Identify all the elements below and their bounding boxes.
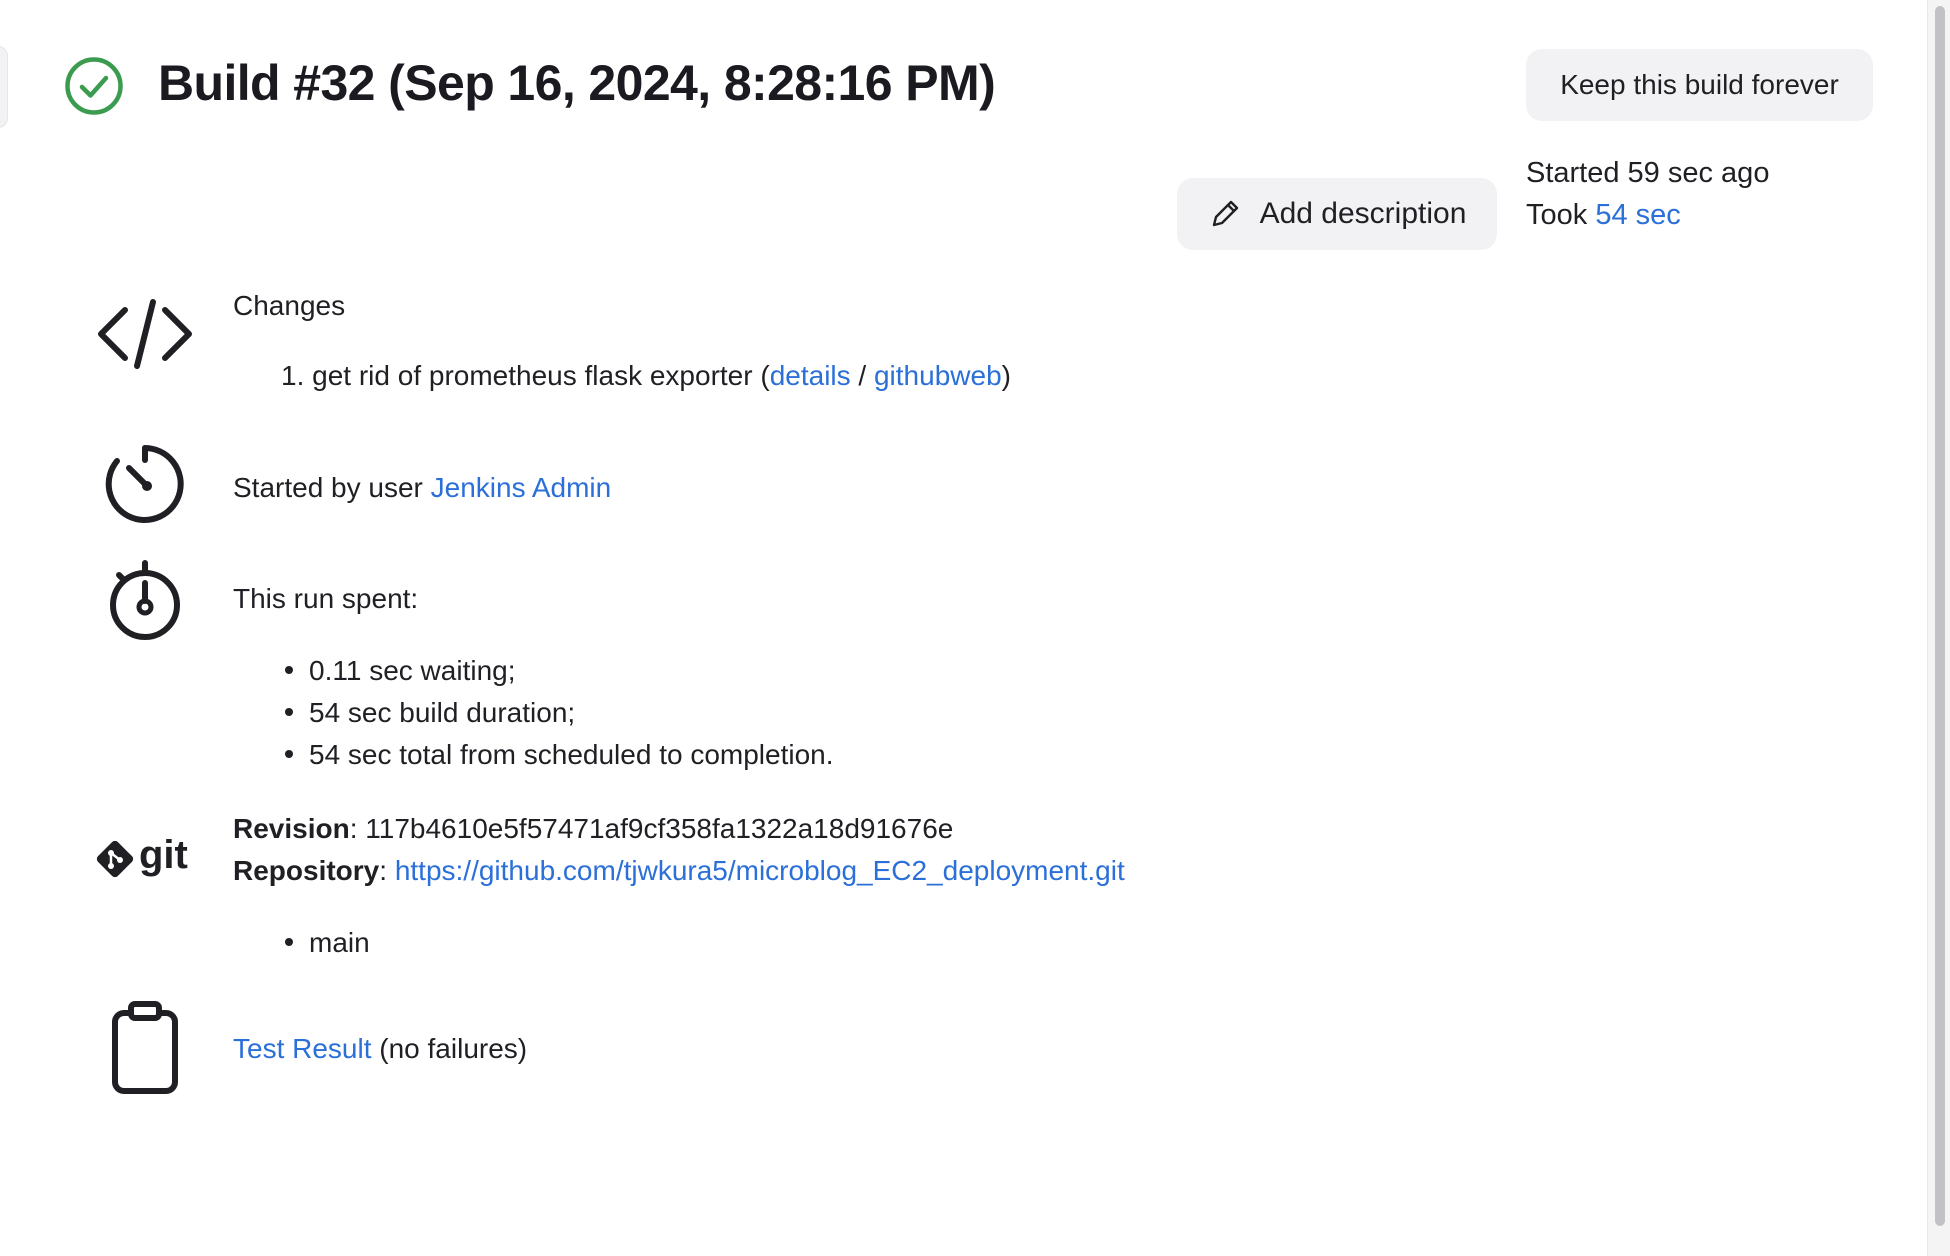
started-by-prefix: Started by user: [233, 472, 431, 503]
duration-link[interactable]: 54 sec: [1595, 199, 1680, 231]
page-title: Build #32 (Sep 16, 2024, 8:28:16 PM): [158, 55, 996, 111]
clipboard-icon: [112, 1001, 178, 1094]
list-item: 54 sec build duration;: [281, 692, 834, 734]
repository-label: Repository: [233, 855, 380, 886]
success-check-icon: [65, 57, 123, 115]
stopwatch-icon: [110, 560, 180, 640]
paren-close: ): [1001, 360, 1011, 391]
revision-line: Revision: 117b4610e5f57471af9cf358fa1322…: [233, 813, 954, 844]
build-timing: Started 59 sec ago Took 54 sec: [1526, 152, 1769, 236]
change-number: 1.: [281, 360, 305, 391]
add-description-button[interactable]: Add description: [1177, 178, 1497, 250]
revision-label: Revision: [233, 813, 350, 844]
revision-hash: 117b4610e5f57471af9cf358fa1322a18d91676e: [365, 813, 954, 844]
branch-item: main: [281, 922, 370, 964]
test-summary: (no failures): [379, 1033, 528, 1064]
git-logo: git: [95, 833, 195, 882]
started-by: Started by user Jenkins Admin: [233, 472, 611, 504]
change-details-link[interactable]: details: [770, 360, 851, 391]
scrollbar-thumb[interactable]: [1935, 6, 1945, 1226]
add-description-label: Add description: [1259, 197, 1467, 230]
repository-line: Repository: https://github.com/tjwkura5/…: [233, 855, 1125, 886]
keep-build-forever-button[interactable]: Keep this build forever: [1526, 49, 1873, 121]
git-logo-text: git: [139, 833, 188, 877]
git-diamond-icon: [96, 840, 134, 878]
timer-icon: [105, 445, 184, 523]
link-separator: /: [850, 360, 874, 391]
paren-open: (: [760, 360, 770, 391]
time-spent-list: 0.11 sec waiting; 54 sec build duration;…: [281, 650, 834, 776]
scrollbar[interactable]: [1927, 0, 1950, 1256]
started-text: Started 59 sec ago: [1526, 157, 1770, 189]
list-item: 54 sec total from scheduled to completio…: [281, 734, 834, 776]
pencil-icon: [1212, 200, 1238, 227]
changes-heading: Changes: [233, 290, 346, 321]
change-item: 1. get rid of prometheus flask exporter …: [281, 360, 1011, 392]
side-panel-edge: [0, 46, 8, 128]
test-result-line: Test Result (no failures): [233, 1033, 527, 1065]
repository-link[interactable]: https://github.com/tjwkura5/microblog_EC…: [395, 855, 1125, 886]
took-prefix: Took: [1526, 199, 1596, 231]
githubweb-link[interactable]: githubweb: [874, 360, 1002, 391]
list-item: 0.11 sec waiting;: [281, 650, 834, 692]
branch-list: main: [281, 922, 370, 964]
user-link[interactable]: Jenkins Admin: [431, 472, 612, 503]
test-result-link[interactable]: Test Result: [233, 1033, 372, 1064]
change-message: get rid of prometheus flask exporter: [312, 360, 753, 391]
code-changes-icon: [98, 299, 192, 369]
time-spent-heading: This run spent:: [233, 583, 419, 614]
took-line: Took 54 sec: [1526, 194, 1769, 236]
